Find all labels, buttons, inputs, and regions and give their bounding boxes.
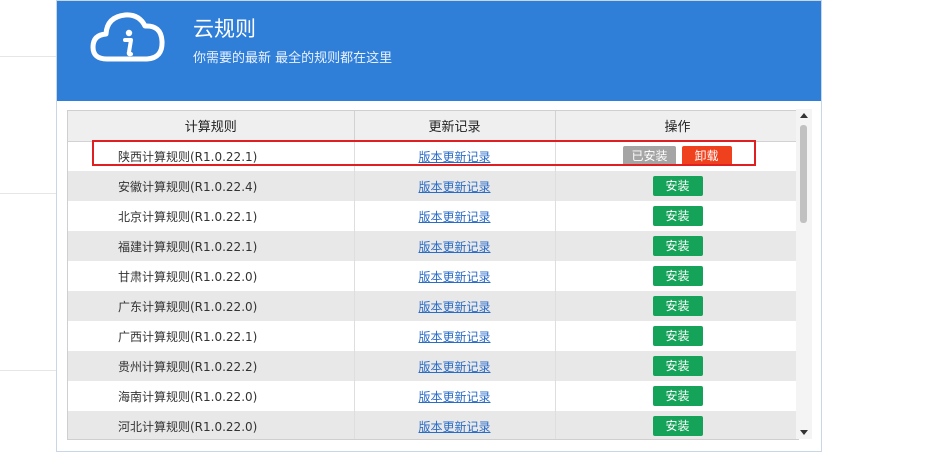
version-log-link[interactable]: 版本更新记录 (418, 360, 490, 374)
version-log-link[interactable]: 版本更新记录 (418, 210, 490, 224)
scrollbar-thumb[interactable] (800, 125, 807, 223)
table-row: 广西计算规则(R1.0.22.1) 版本更新记录 安装 (68, 321, 798, 351)
column-header-log: 更新记录 (354, 111, 556, 142)
rule-name: 安徽计算规则(R1.0.22.4) (68, 171, 355, 201)
table-row: 海南计算规则(R1.0.22.0) 版本更新记录 安装 (68, 381, 798, 411)
column-header-action: 操作 (555, 111, 798, 142)
cloud-info-icon (90, 12, 165, 62)
rule-name: 北京计算规则(R1.0.22.1) (68, 201, 355, 231)
rules-table-container: 计算规则 更新记录 操作 陕西计算规则(R1.0.22.1) 版本更新记录 已安… (67, 110, 799, 440)
install-button[interactable]: 安装 (652, 266, 703, 286)
background-divider (0, 56, 56, 57)
rule-name: 海南计算规则(R1.0.22.0) (68, 381, 355, 411)
install-button[interactable]: 安装 (652, 236, 703, 256)
install-button[interactable]: 安装 (652, 206, 703, 226)
version-log-link[interactable]: 版本更新记录 (418, 420, 490, 434)
install-button[interactable]: 安装 (652, 356, 703, 376)
table-row: 广东计算规则(R1.0.22.0) 版本更新记录 安装 (68, 291, 798, 321)
version-log-link[interactable]: 版本更新记录 (418, 300, 490, 314)
table-header-row: 计算规则 更新记录 操作 (68, 111, 798, 142)
rule-name: 广西计算规则(R1.0.22.1) (68, 321, 355, 351)
background-divider (0, 370, 56, 371)
version-log-link[interactable]: 版本更新记录 (418, 270, 490, 284)
install-button[interactable]: 安装 (652, 386, 703, 406)
version-log-link[interactable]: 版本更新记录 (418, 240, 490, 254)
table-scrollbar[interactable] (796, 109, 812, 439)
install-button[interactable]: 安装 (652, 326, 703, 346)
install-button[interactable]: 安装 (652, 296, 703, 316)
rule-name: 广东计算规则(R1.0.22.0) (68, 291, 355, 321)
rules-table: 计算规则 更新记录 操作 陕西计算规则(R1.0.22.1) 版本更新记录 已安… (68, 111, 798, 439)
table-row: 福建计算规则(R1.0.22.1) 版本更新记录 安装 (68, 231, 798, 261)
table-row: 甘肃计算规则(R1.0.22.0) 版本更新记录 安装 (68, 261, 798, 291)
triangle-up-icon[interactable] (796, 109, 812, 123)
dialog-subtitle: 你需要的最新 最全的规则都在这里 (193, 51, 393, 66)
table-row: 北京计算规则(R1.0.22.1) 版本更新记录 安装 (68, 201, 798, 231)
rule-name: 甘肃计算规则(R1.0.22.0) (68, 261, 355, 291)
version-log-link[interactable]: 版本更新记录 (418, 390, 490, 404)
dialog-title: 云规则 (193, 17, 256, 41)
rule-name: 河北计算规则(R1.0.22.0) (68, 411, 355, 439)
version-log-link[interactable]: 版本更新记录 (418, 330, 490, 344)
triangle-down-icon[interactable] (796, 425, 812, 439)
table-row: 陕西计算规则(R1.0.22.1) 版本更新记录 已安装 卸载 (68, 141, 798, 171)
table-row: 河北计算规则(R1.0.22.0) 版本更新记录 安装 (68, 411, 798, 439)
table-row: 贵州计算规则(R1.0.22.2) 版本更新记录 安装 (68, 351, 798, 381)
install-button[interactable]: 安装 (652, 176, 703, 196)
uninstall-button[interactable]: 卸载 (681, 146, 732, 167)
table-row: 安徽计算规则(R1.0.22.4) 版本更新记录 安装 (68, 171, 798, 201)
install-button[interactable]: 安装 (652, 416, 703, 436)
installed-button[interactable]: 已安装 (623, 146, 676, 167)
rule-name: 福建计算规则(R1.0.22.1) (68, 231, 355, 261)
background-divider (0, 193, 56, 194)
version-log-link[interactable]: 版本更新记录 (418, 150, 490, 164)
rule-name: 贵州计算规则(R1.0.22.2) (68, 351, 355, 381)
column-header-rule: 计算规则 (68, 111, 355, 142)
cloud-rules-dialog: 云规则 你需要的最新 最全的规则都在这里 计算规则 更新记录 操作 陕西计算规则… (56, 0, 822, 452)
rule-name: 陕西计算规则(R1.0.22.1) (68, 141, 355, 171)
version-log-link[interactable]: 版本更新记录 (418, 180, 490, 194)
dialog-header: 云规则 你需要的最新 最全的规则都在这里 (57, 1, 821, 101)
